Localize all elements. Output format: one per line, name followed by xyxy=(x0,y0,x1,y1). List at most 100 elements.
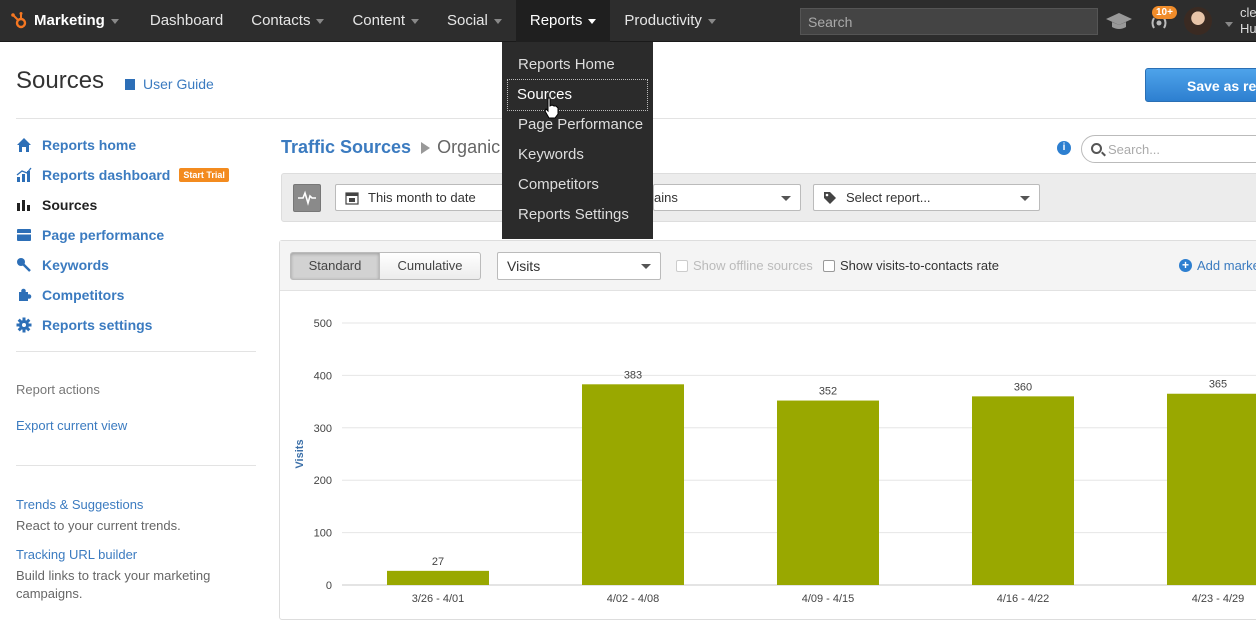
sidebar-item-page-performance[interactable]: Page performance xyxy=(16,224,164,246)
nav-content-label: Content xyxy=(352,12,405,29)
nav-productivity[interactable]: Productivity xyxy=(610,0,730,42)
nav-contacts[interactable]: Contacts xyxy=(237,0,338,42)
sidebar-item-reports-dashboard[interactable]: Reports dashboard Start Trial xyxy=(16,164,229,186)
y-tick-label: 0 xyxy=(326,580,332,592)
x-tick-label: 4/02 - 4/08 xyxy=(607,593,660,604)
nav-dashboard[interactable]: Dashboard xyxy=(136,0,237,42)
user-avatar[interactable] xyxy=(1184,7,1212,35)
save-as-report-button[interactable]: Save as re xyxy=(1145,68,1256,102)
chevron-down-icon xyxy=(781,196,791,201)
show-visits-to-contacts-checkbox[interactable]: Show visits-to-contacts rate xyxy=(823,258,999,273)
nav-contacts-label: Contacts xyxy=(251,12,311,29)
info-icon[interactable]: i xyxy=(1057,141,1071,155)
y-tick-label: 300 xyxy=(314,423,332,435)
sidebar-item-label: Page performance xyxy=(42,227,165,243)
bar-value-label: 360 xyxy=(1014,381,1032,393)
tracking-description: Build links to track your marketing camp… xyxy=(16,568,211,601)
nav-reports[interactable]: Reports xyxy=(515,0,611,42)
y-tick-label: 100 xyxy=(314,528,332,540)
add-marker-label: Add marke xyxy=(1197,258,1256,273)
menu-item-reports-home[interactable]: Reports Home xyxy=(502,50,653,80)
user-account-text[interactable]: cle Hu xyxy=(1240,5,1256,37)
chevron-down-icon xyxy=(316,19,325,24)
user-line-2: Hu xyxy=(1240,21,1256,36)
user-guide-link[interactable]: User Guide xyxy=(125,76,214,92)
metric-select[interactable]: Visits xyxy=(497,252,661,280)
date-range-select[interactable]: This month to date xyxy=(335,184,510,211)
sidebar-item-reports-settings[interactable]: Reports settings xyxy=(16,314,152,336)
sidebar-item-reports-home[interactable]: Reports home xyxy=(16,134,136,156)
chevron-down-icon[interactable] xyxy=(1225,22,1233,27)
puzzle-icon xyxy=(19,288,32,301)
nav-content[interactable]: Content xyxy=(338,0,433,42)
report-actions-heading: Report actions xyxy=(16,382,100,397)
standard-view-button[interactable]: Standard xyxy=(290,252,380,280)
checkbox-box xyxy=(676,259,688,272)
sidebar-item-keywords[interactable]: Keywords xyxy=(16,254,109,276)
sidebar-item-label: Reports dashboard xyxy=(42,167,171,183)
bar-value-label: 383 xyxy=(624,369,642,381)
export-current-view-link[interactable]: Export current view xyxy=(16,418,127,433)
start-trial-badge[interactable]: Start Trial xyxy=(179,168,229,182)
sidebar-divider xyxy=(16,465,256,466)
show-rate-label: Show visits-to-contacts rate xyxy=(840,258,999,273)
x-tick-label: 4/09 - 4/15 xyxy=(802,593,855,604)
sidebar-item-label: Competitors xyxy=(42,287,125,303)
bars-icon xyxy=(17,200,30,211)
nav-social[interactable]: Social xyxy=(433,0,516,42)
breadcrumb-traffic-sources[interactable]: Traffic Sources xyxy=(281,137,411,158)
menu-item-sources[interactable]: Sources xyxy=(507,79,648,111)
y-tick-label: 500 xyxy=(314,318,332,330)
menu-item-reports-settings[interactable]: Reports Settings xyxy=(502,200,653,230)
gear-icon xyxy=(16,317,32,333)
report-select-value: Select report... xyxy=(846,190,931,205)
sidebar-divider xyxy=(16,351,256,352)
add-marker-link[interactable]: + Add marke xyxy=(1179,258,1256,273)
bar-value-label: 27 xyxy=(432,556,444,568)
menu-item-keywords[interactable]: Keywords xyxy=(502,140,653,170)
breadcrumb-organic: Organic xyxy=(437,137,501,157)
chevron-down-icon xyxy=(588,19,597,24)
bar-value-label: 352 xyxy=(819,386,837,398)
visits-bar-chart: 0 100 200 300 400 500 Visits 27 3/26 - 4/01 383 4/… xyxy=(294,318,1256,604)
pulse-toggle-button[interactable] xyxy=(293,184,321,212)
sidebar-item-label: Reports settings xyxy=(42,317,153,333)
trends-suggestions-link[interactable]: Trends & Suggestions xyxy=(16,497,143,512)
page-title: Sources xyxy=(16,67,105,94)
nav-social-label: Social xyxy=(447,12,488,29)
bar xyxy=(387,570,489,585)
tracking-url-builder-link[interactable]: Tracking URL builder xyxy=(16,547,137,562)
y-tick-label: 200 xyxy=(314,475,332,487)
search-icon xyxy=(1091,143,1102,154)
show-offline-sources-checkbox[interactable]: Show offline sources xyxy=(676,258,813,273)
domains-select-value: ains xyxy=(654,190,678,205)
sidebar-item-competitors[interactable]: Competitors xyxy=(16,284,124,306)
page-icon xyxy=(17,229,31,241)
menu-item-competitors[interactable]: Competitors xyxy=(502,170,653,200)
sprocket-logo-icon xyxy=(11,11,27,28)
menu-item-page-performance[interactable]: Page Performance xyxy=(502,110,653,140)
academy-cap-icon[interactable] xyxy=(1105,11,1133,31)
trends-description: React to your current trends. xyxy=(16,518,181,533)
bar xyxy=(582,384,684,585)
report-select[interactable]: Select report... xyxy=(813,184,1040,211)
x-tick-label: 3/26 - 4/01 xyxy=(412,593,465,604)
reports-search-placeholder: Search... xyxy=(1108,142,1161,157)
global-search-input[interactable]: Search xyxy=(800,8,1098,35)
reports-search-input[interactable]: Search... xyxy=(1081,135,1256,163)
sidebar-item-sources[interactable]: Sources xyxy=(16,194,97,216)
book-icon xyxy=(125,78,135,90)
brand-label: Marketing xyxy=(34,12,105,29)
home-icon xyxy=(17,138,31,152)
key-icon xyxy=(17,258,31,272)
cumulative-view-button[interactable]: Cumulative xyxy=(379,252,481,280)
calendar-icon xyxy=(345,192,359,205)
nav-dashboard-label: Dashboard xyxy=(149,12,224,29)
plus-circle-icon: + xyxy=(1179,259,1192,272)
brand-menu[interactable]: Marketing xyxy=(0,0,119,42)
domains-select[interactable]: ains xyxy=(653,184,801,211)
reports-dropdown-menu: Reports Home Sources Page Performance Ke… xyxy=(502,42,653,239)
tag-icon xyxy=(824,192,836,204)
breadcrumb: Traffic Sources Organic xyxy=(281,137,500,158)
bar xyxy=(972,396,1074,585)
